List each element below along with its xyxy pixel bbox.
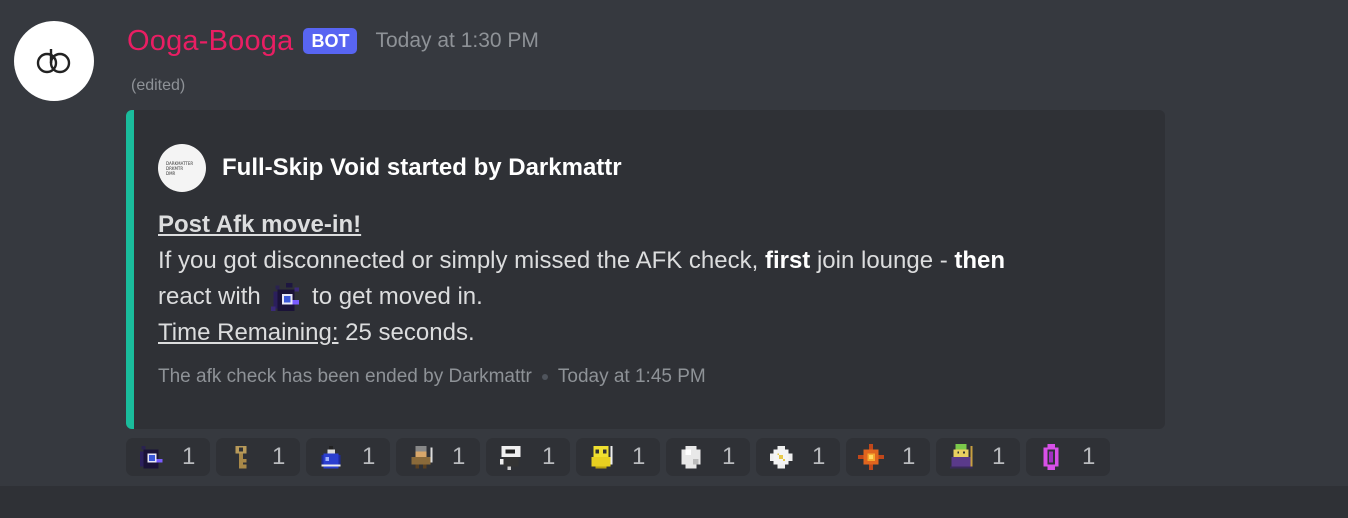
reaction-key[interactable]: 1 <box>216 438 300 476</box>
knight-icon <box>499 445 521 471</box>
ob-logo-icon <box>36 49 71 74</box>
mystic-icon <box>949 443 973 469</box>
time-remaining-value: 25 seconds. <box>338 319 475 346</box>
reaction-fire-gem[interactable]: 1 <box>846 438 930 476</box>
reaction-count: 1 <box>542 443 556 470</box>
crystal-icon <box>1043 443 1059 471</box>
priest-icon <box>591 445 613 469</box>
bot-tag: BOT <box>303 28 358 54</box>
edited-label: (edited) <box>131 77 186 94</box>
username[interactable]: Ooga-Booga <box>127 25 293 58</box>
potion-icon <box>321 445 341 469</box>
message-header: Ooga-Booga BOT Today at 1:30 PM <box>127 24 539 58</box>
reaction-potion[interactable]: 1 <box>306 438 390 476</box>
reaction-knight[interactable]: 1 <box>486 438 570 476</box>
reaction-count: 1 <box>902 443 916 470</box>
chat-message: Ooga-Booga BOT Today at 1:30 PM (edited)… <box>0 0 1348 486</box>
reaction-count: 1 <box>722 443 736 470</box>
reaction-count: 1 <box>812 443 826 470</box>
fire-gem-icon <box>857 443 885 471</box>
reaction-count: 1 <box>452 443 466 470</box>
reaction-star-gem[interactable]: 1 <box>756 438 840 476</box>
reaction-count: 1 <box>632 443 646 470</box>
orb-icon <box>681 445 701 469</box>
void-portal-icon <box>139 445 163 469</box>
star-gem-icon <box>769 445 793 469</box>
time-remaining-label: Time Remaining: <box>158 319 339 346</box>
reaction-priest[interactable]: 1 <box>576 438 660 476</box>
author-avatar-icon: DARKMATTER DRKMTR DMR <box>158 144 206 192</box>
bot-avatar[interactable] <box>14 21 94 101</box>
time-remaining-line: Time Remaining: 25 seconds. <box>158 315 1118 351</box>
author-icon-text-3: DMR <box>166 170 176 176</box>
instruction-line: If you got disconnected or simply missed… <box>158 247 1006 274</box>
footer-separator <box>541 374 548 380</box>
react-line: react with to get moved in. <box>158 279 1118 315</box>
reaction-count: 1 <box>992 443 1006 470</box>
embed-title: Post Afk move-in! <box>158 211 362 238</box>
reaction-count: 1 <box>1082 443 1096 470</box>
reaction-crystal[interactable]: 1 <box>1026 438 1110 476</box>
embed-footer: The afk check has been ended by Darkmatt… <box>158 366 706 388</box>
reaction-count: 1 <box>182 443 196 470</box>
embed-author-name: Full-Skip Void started by Darkmattr <box>222 154 622 181</box>
key-icon <box>235 445 247 469</box>
reaction-orb[interactable]: 1 <box>666 438 750 476</box>
message-timestamp[interactable]: Today at 1:30 PM <box>375 29 538 53</box>
reaction-void[interactable]: 1 <box>126 438 210 476</box>
reaction-count: 1 <box>272 443 286 470</box>
bottom-divider <box>0 486 1348 518</box>
reaction-mystic[interactable]: 1 <box>936 438 1020 476</box>
reaction-warrior[interactable]: 1 <box>396 438 480 476</box>
footer-text: The afk check has been ended by Darkmatt… <box>158 366 532 387</box>
embed-description: Post Afk move-in! If you got disconnecte… <box>158 207 1118 351</box>
warrior-icon <box>411 445 433 469</box>
footer-timestamp: Today at 1:45 PM <box>557 366 706 387</box>
embed-card: DARKMATTER DRKMTR DMR Full-Skip Void sta… <box>126 110 1165 429</box>
void-portal-icon <box>271 282 300 311</box>
reaction-count: 1 <box>362 443 376 470</box>
reaction-bar: 1 1 1 1 1 1 1 1 1 1 1 <box>126 438 1116 476</box>
embed-author: DARKMATTER DRKMTR DMR Full-Skip Void sta… <box>158 144 622 192</box>
